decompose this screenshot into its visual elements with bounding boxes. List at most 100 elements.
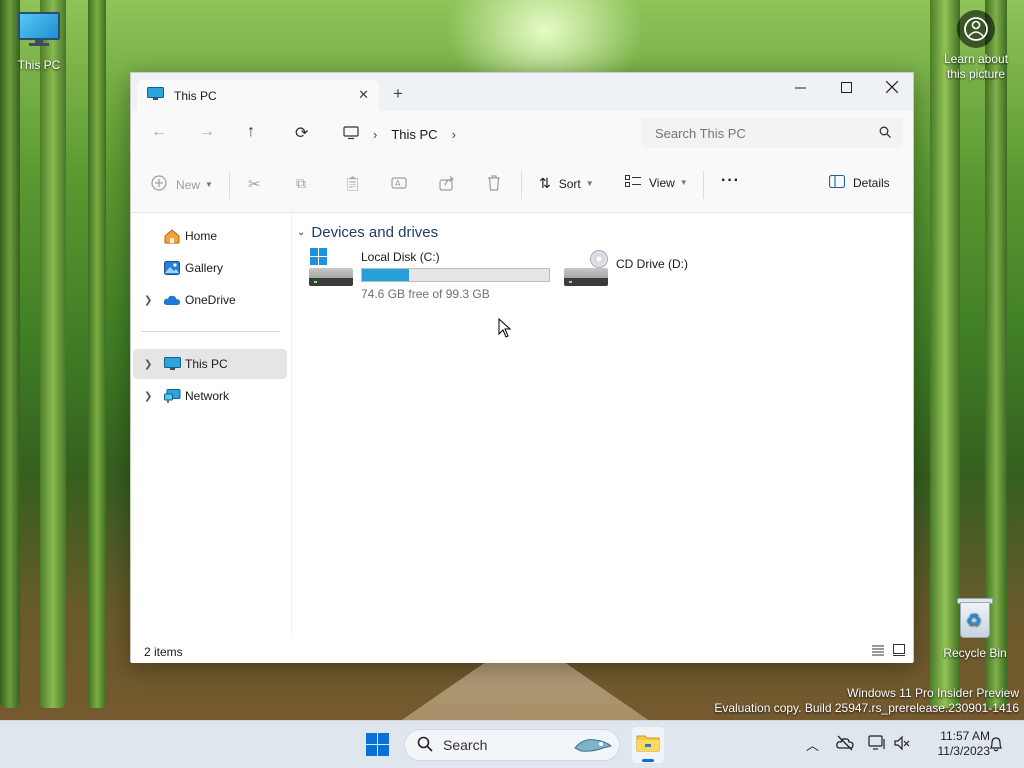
volume-muted-icon[interactable] (894, 735, 910, 754)
rename-icon[interactable]: A (391, 175, 407, 191)
learn-about-picture[interactable]: Learn about this picture (936, 10, 1016, 82)
details-label: Details (853, 176, 890, 190)
search-input[interactable] (655, 125, 865, 141)
chevron-down-icon[interactable]: ⌄ (297, 227, 305, 238)
up-arrow-icon[interactable]: ↑ (247, 123, 255, 141)
maximize-button[interactable] (823, 73, 869, 101)
nav-item-gallery[interactable]: Gallery (133, 253, 287, 283)
details-button[interactable]: Details (828, 174, 890, 191)
forward-arrow-icon[interactable]: → (199, 123, 215, 141)
clock[interactable]: 11:57 AM 11/3/2023 (918, 729, 991, 759)
drive-local-disk-c[interactable]: Local Disk (C:) 74.6 GB free of 99.3 GB (309, 248, 550, 301)
nav-item-onedrive[interactable]: ❯ OneDrive (133, 285, 287, 315)
sort-icon: ⇅ (539, 175, 551, 191)
nav-item-label: Home (185, 229, 218, 243)
details-pane-icon (828, 174, 846, 191)
monitor-outline-icon (343, 125, 359, 143)
taskbar-file-explorer[interactable] (632, 727, 664, 763)
network-icon (163, 388, 181, 404)
chevron-right-icon[interactable]: ❯ (144, 391, 152, 402)
nav-item-label: Gallery (185, 261, 224, 275)
item-count: 2 items (144, 645, 183, 659)
evaluation-watermark: Windows 11 Pro Insider Preview Evaluatio… (714, 686, 1019, 716)
chevron-right-icon[interactable]: › (373, 127, 377, 142)
watermark-line1: Windows 11 Pro Insider Preview (847, 686, 1019, 700)
nav-item-label: Network (185, 389, 230, 403)
drive-free-space: 74.6 GB free of 99.3 GB (361, 287, 490, 301)
nav-item-home[interactable]: Home (133, 221, 287, 251)
view-label: View (649, 175, 675, 190)
chevron-right-icon[interactable]: ❯ (144, 359, 152, 370)
cloud-icon (163, 292, 181, 308)
clock-time: 11:57 AM (940, 729, 990, 743)
taskbar-search-box[interactable]: Search (404, 729, 620, 761)
view-button[interactable]: View ▼ (625, 175, 688, 190)
minimize-button[interactable] (777, 73, 823, 101)
new-button[interactable]: New ▼ (151, 175, 213, 194)
nav-item-label: This PC (185, 357, 228, 371)
drive-name: CD Drive (D:) (616, 257, 688, 271)
nav-item-this-pc[interactable]: ❯ This PC (133, 349, 287, 379)
status-bar: 2 items (131, 637, 913, 663)
svg-text:A: A (395, 179, 401, 188)
back-arrow-icon[interactable]: ← (151, 123, 167, 141)
title-bar: This PC ✕ + (131, 73, 913, 111)
group-header-devices[interactable]: ⌄ Devices and drives (297, 224, 438, 241)
close-icon (886, 81, 898, 93)
chevron-down-icon: ▼ (679, 178, 688, 187)
breadcrumb-item[interactable]: This PC (391, 127, 437, 142)
command-bar: New ▼ ✂ ⧉ 📋︎ A ⇅ Sort ▼ View ▼ ··· Detai… (131, 157, 913, 213)
details-view-icon[interactable] (872, 645, 884, 659)
active-indicator (642, 759, 654, 762)
plus-circle-icon (151, 175, 167, 194)
search-icon (879, 126, 891, 141)
sort-button[interactable]: ⇅ Sort ▼ (539, 175, 594, 192)
pane-splitter[interactable] (291, 214, 292, 637)
chevron-up-icon[interactable]: ︿ (806, 735, 819, 754)
desktop-icon-label: This PC (17, 58, 61, 72)
sort-label: Sort (558, 176, 581, 191)
folder-icon (636, 733, 660, 756)
desktop-icon-recycle-bin[interactable]: ♻ Recycle Bin (937, 596, 1013, 660)
minimize-icon (794, 87, 806, 88)
chevron-down-icon: ▼ (585, 179, 594, 188)
breadcrumb[interactable]: › This PC › (335, 119, 635, 149)
home-icon (163, 228, 181, 244)
search-icon (417, 736, 433, 755)
close-tab-icon[interactable]: ✕ (358, 87, 369, 103)
paste-icon[interactable]: 📋︎ (344, 175, 362, 192)
gallery-icon (163, 260, 181, 276)
desktop-icon-this-pc[interactable]: This PC (1, 12, 77, 72)
new-tab-button[interactable]: + (393, 84, 403, 104)
close-window-button[interactable] (869, 73, 915, 101)
refresh-icon[interactable]: ⟳ (295, 123, 308, 143)
share-icon[interactable] (439, 175, 455, 191)
more-options-icon[interactable]: ··· (721, 172, 740, 190)
chevron-right-icon[interactable]: ❯ (144, 295, 152, 306)
tab-this-pc[interactable]: This PC ✕ (137, 80, 379, 111)
monitor-icon (147, 87, 164, 104)
navigation-pane: Home Gallery ❯ OneDrive ❯ This PC ❯ Netw… (131, 214, 291, 637)
delete-icon[interactable] (487, 175, 501, 191)
desktop-icon-label: Recycle Bin (943, 646, 1007, 660)
start-button[interactable] (366, 733, 390, 757)
copy-icon[interactable]: ⧉ (296, 175, 306, 192)
file-explorer-window: This PC ✕ + ← → ↑ ⟳ › This PC › Search T… (130, 72, 914, 663)
recycle-bin-icon: ♻ (957, 596, 993, 638)
cloud-offline-icon[interactable] (836, 735, 854, 754)
maximize-icon (840, 81, 852, 93)
drive-cd-d[interactable]: CD Drive (D:) (564, 250, 724, 300)
nav-item-network[interactable]: ❯ Network (133, 381, 287, 411)
notification-bell-icon[interactable] (989, 736, 1003, 755)
address-bar-area: ← → ↑ ⟳ › This PC › (131, 111, 913, 157)
nav-divider (141, 331, 279, 332)
search-box[interactable] (641, 118, 903, 148)
chevron-right-icon[interactable]: › (452, 127, 456, 142)
monitor-icon (18, 12, 60, 46)
drive-usage-fill (362, 269, 409, 281)
watermark-line2: Evaluation copy. Build 25947.rs_prerelea… (714, 701, 1019, 715)
new-label: New (176, 177, 201, 192)
network-status-icon[interactable] (868, 735, 886, 754)
large-icons-view-icon[interactable] (893, 644, 905, 659)
cut-icon[interactable]: ✂ (248, 175, 261, 193)
